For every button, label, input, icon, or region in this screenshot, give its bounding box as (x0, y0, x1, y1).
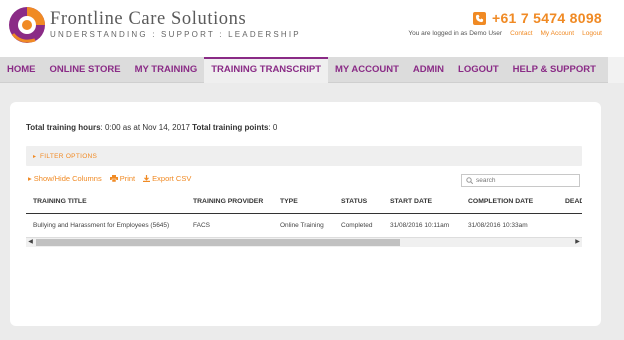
brand-tagline: UNDERSTANDING : SUPPORT : LEADERSHIP (50, 30, 301, 39)
nav-help-support[interactable]: HELP & SUPPORT (506, 57, 603, 83)
table-cell (558, 213, 582, 238)
table-cell: Completed (334, 213, 383, 238)
my-account-link[interactable]: My Account (541, 30, 575, 37)
nav-admin[interactable]: ADMIN (406, 57, 451, 83)
table-cell: FACS (186, 213, 273, 238)
column-header[interactable]: TYPE (273, 191, 334, 214)
user-bar: You are logged in as Demo User Contact M… (408, 30, 602, 37)
filter-options-label: FILTER OPTIONS (40, 152, 98, 160)
nav-online-store[interactable]: ONLINE STORE (43, 57, 128, 83)
nav-home[interactable]: HOME (0, 57, 43, 83)
export-csv-button[interactable]: Export CSV (143, 174, 191, 183)
table-row[interactable]: Bullying and Harassment for Employees (5… (26, 213, 582, 238)
brand-name[interactable]: Frontline Care Solutions (50, 9, 246, 30)
table-tools: ▸ Show/Hide Columns Print Export CSV (28, 174, 191, 183)
column-header[interactable]: TRAINING PROVIDER (186, 191, 273, 214)
logo-icon[interactable] (7, 4, 47, 46)
transcript-table: TRAINING TITLE TRAINING PROVIDER TYPE ST… (26, 191, 582, 238)
table-cell: 31/08/2016 10:33am (461, 213, 558, 238)
phone-icon (473, 11, 486, 25)
page-scrollbar[interactable] (608, 57, 624, 83)
nav-my-training[interactable]: MY TRAINING (128, 57, 205, 83)
print-button[interactable]: Print (109, 174, 136, 183)
show-hide-columns-button[interactable]: ▸ Show/Hide Columns (28, 174, 102, 183)
search-icon (466, 177, 473, 184)
caret-right-icon: ▸ (33, 153, 37, 160)
transcript-panel: Total training hours: 0:00 as at Nov 14,… (10, 102, 601, 326)
horizontal-scrollbar[interactable]: ◀ ▶ (26, 238, 582, 247)
print-icon (109, 175, 118, 182)
caret-right-icon: ▸ (28, 174, 32, 183)
logged-in-text: You are logged in as Demo User (408, 30, 503, 37)
column-header[interactable]: STATUS (334, 191, 383, 214)
show-hide-columns-label: Show/Hide Columns (33, 174, 102, 183)
site-header: Frontline Care Solutions UNDERSTANDING :… (0, 0, 624, 57)
main-nav: HOME ONLINE STORE MY TRAINING TRAINING T… (0, 57, 608, 83)
training-summary: Total training hours: 0:00 as at Nov 14,… (26, 123, 277, 132)
points-label: Total training points (192, 123, 269, 132)
column-header[interactable]: DEADLINE (558, 191, 582, 214)
hours-label: Total training hours (26, 123, 101, 132)
print-label: Print (119, 174, 136, 183)
scroll-left-icon[interactable]: ◀ (26, 238, 35, 247)
search-box[interactable] (461, 174, 580, 187)
filter-options-toggle[interactable]: ▸ FILTER OPTIONS (26, 146, 582, 166)
download-icon (143, 175, 151, 182)
points-value: : 0 (268, 123, 278, 132)
column-header[interactable]: START DATE (383, 191, 461, 214)
nav-my-account[interactable]: MY ACCOUNT (328, 57, 406, 83)
hours-value: : 0:00 as at Nov 14, 2017 (100, 123, 190, 132)
table-header-row: TRAINING TITLE TRAINING PROVIDER TYPE ST… (26, 191, 582, 214)
column-header[interactable]: TRAINING TITLE (26, 191, 186, 214)
nav-training-transcript[interactable]: TRAINING TRANSCRIPT (204, 57, 329, 83)
table-cell: Online Training (273, 213, 334, 238)
export-csv-label: Export CSV (152, 174, 192, 183)
contact-link[interactable]: Contact (510, 30, 532, 37)
scrollbar-thumb[interactable] (36, 239, 400, 246)
search-input[interactable] (476, 177, 576, 184)
logout-link[interactable]: Logout (582, 30, 602, 37)
table-cell: 31/08/2016 10:11am (383, 213, 461, 238)
nav-logout[interactable]: LOGOUT (451, 57, 506, 83)
phone-number[interactable]: +61 7 5474 8098 (492, 10, 602, 26)
column-header[interactable]: COMPLETION DATE (461, 191, 558, 214)
scroll-right-icon[interactable]: ▶ (573, 238, 582, 247)
table-cell: Bullying and Harassment for Employees (5… (26, 213, 186, 238)
phone-contact[interactable]: +61 7 5474 8098 (473, 10, 602, 26)
